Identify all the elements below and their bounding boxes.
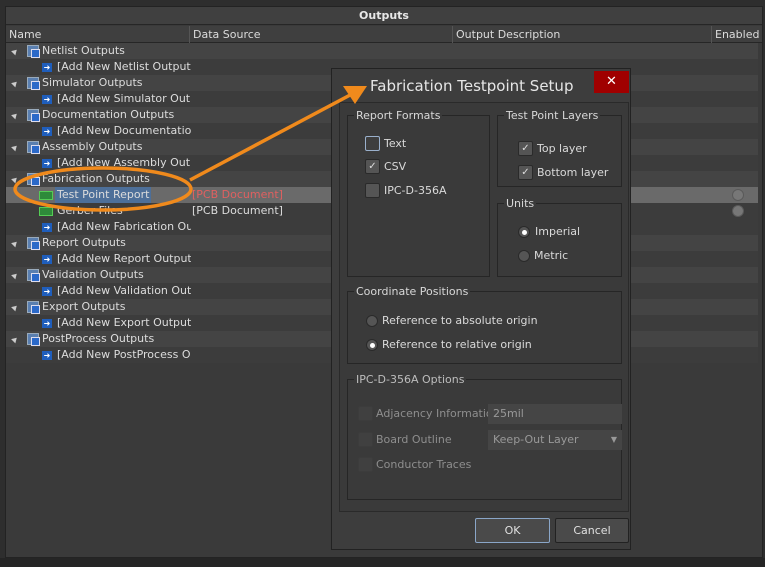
highlight-arrow-line <box>189 92 353 182</box>
status-bar <box>0 558 765 567</box>
highlight-annotation <box>13 86 367 212</box>
highlight-ellipse <box>13 166 193 212</box>
